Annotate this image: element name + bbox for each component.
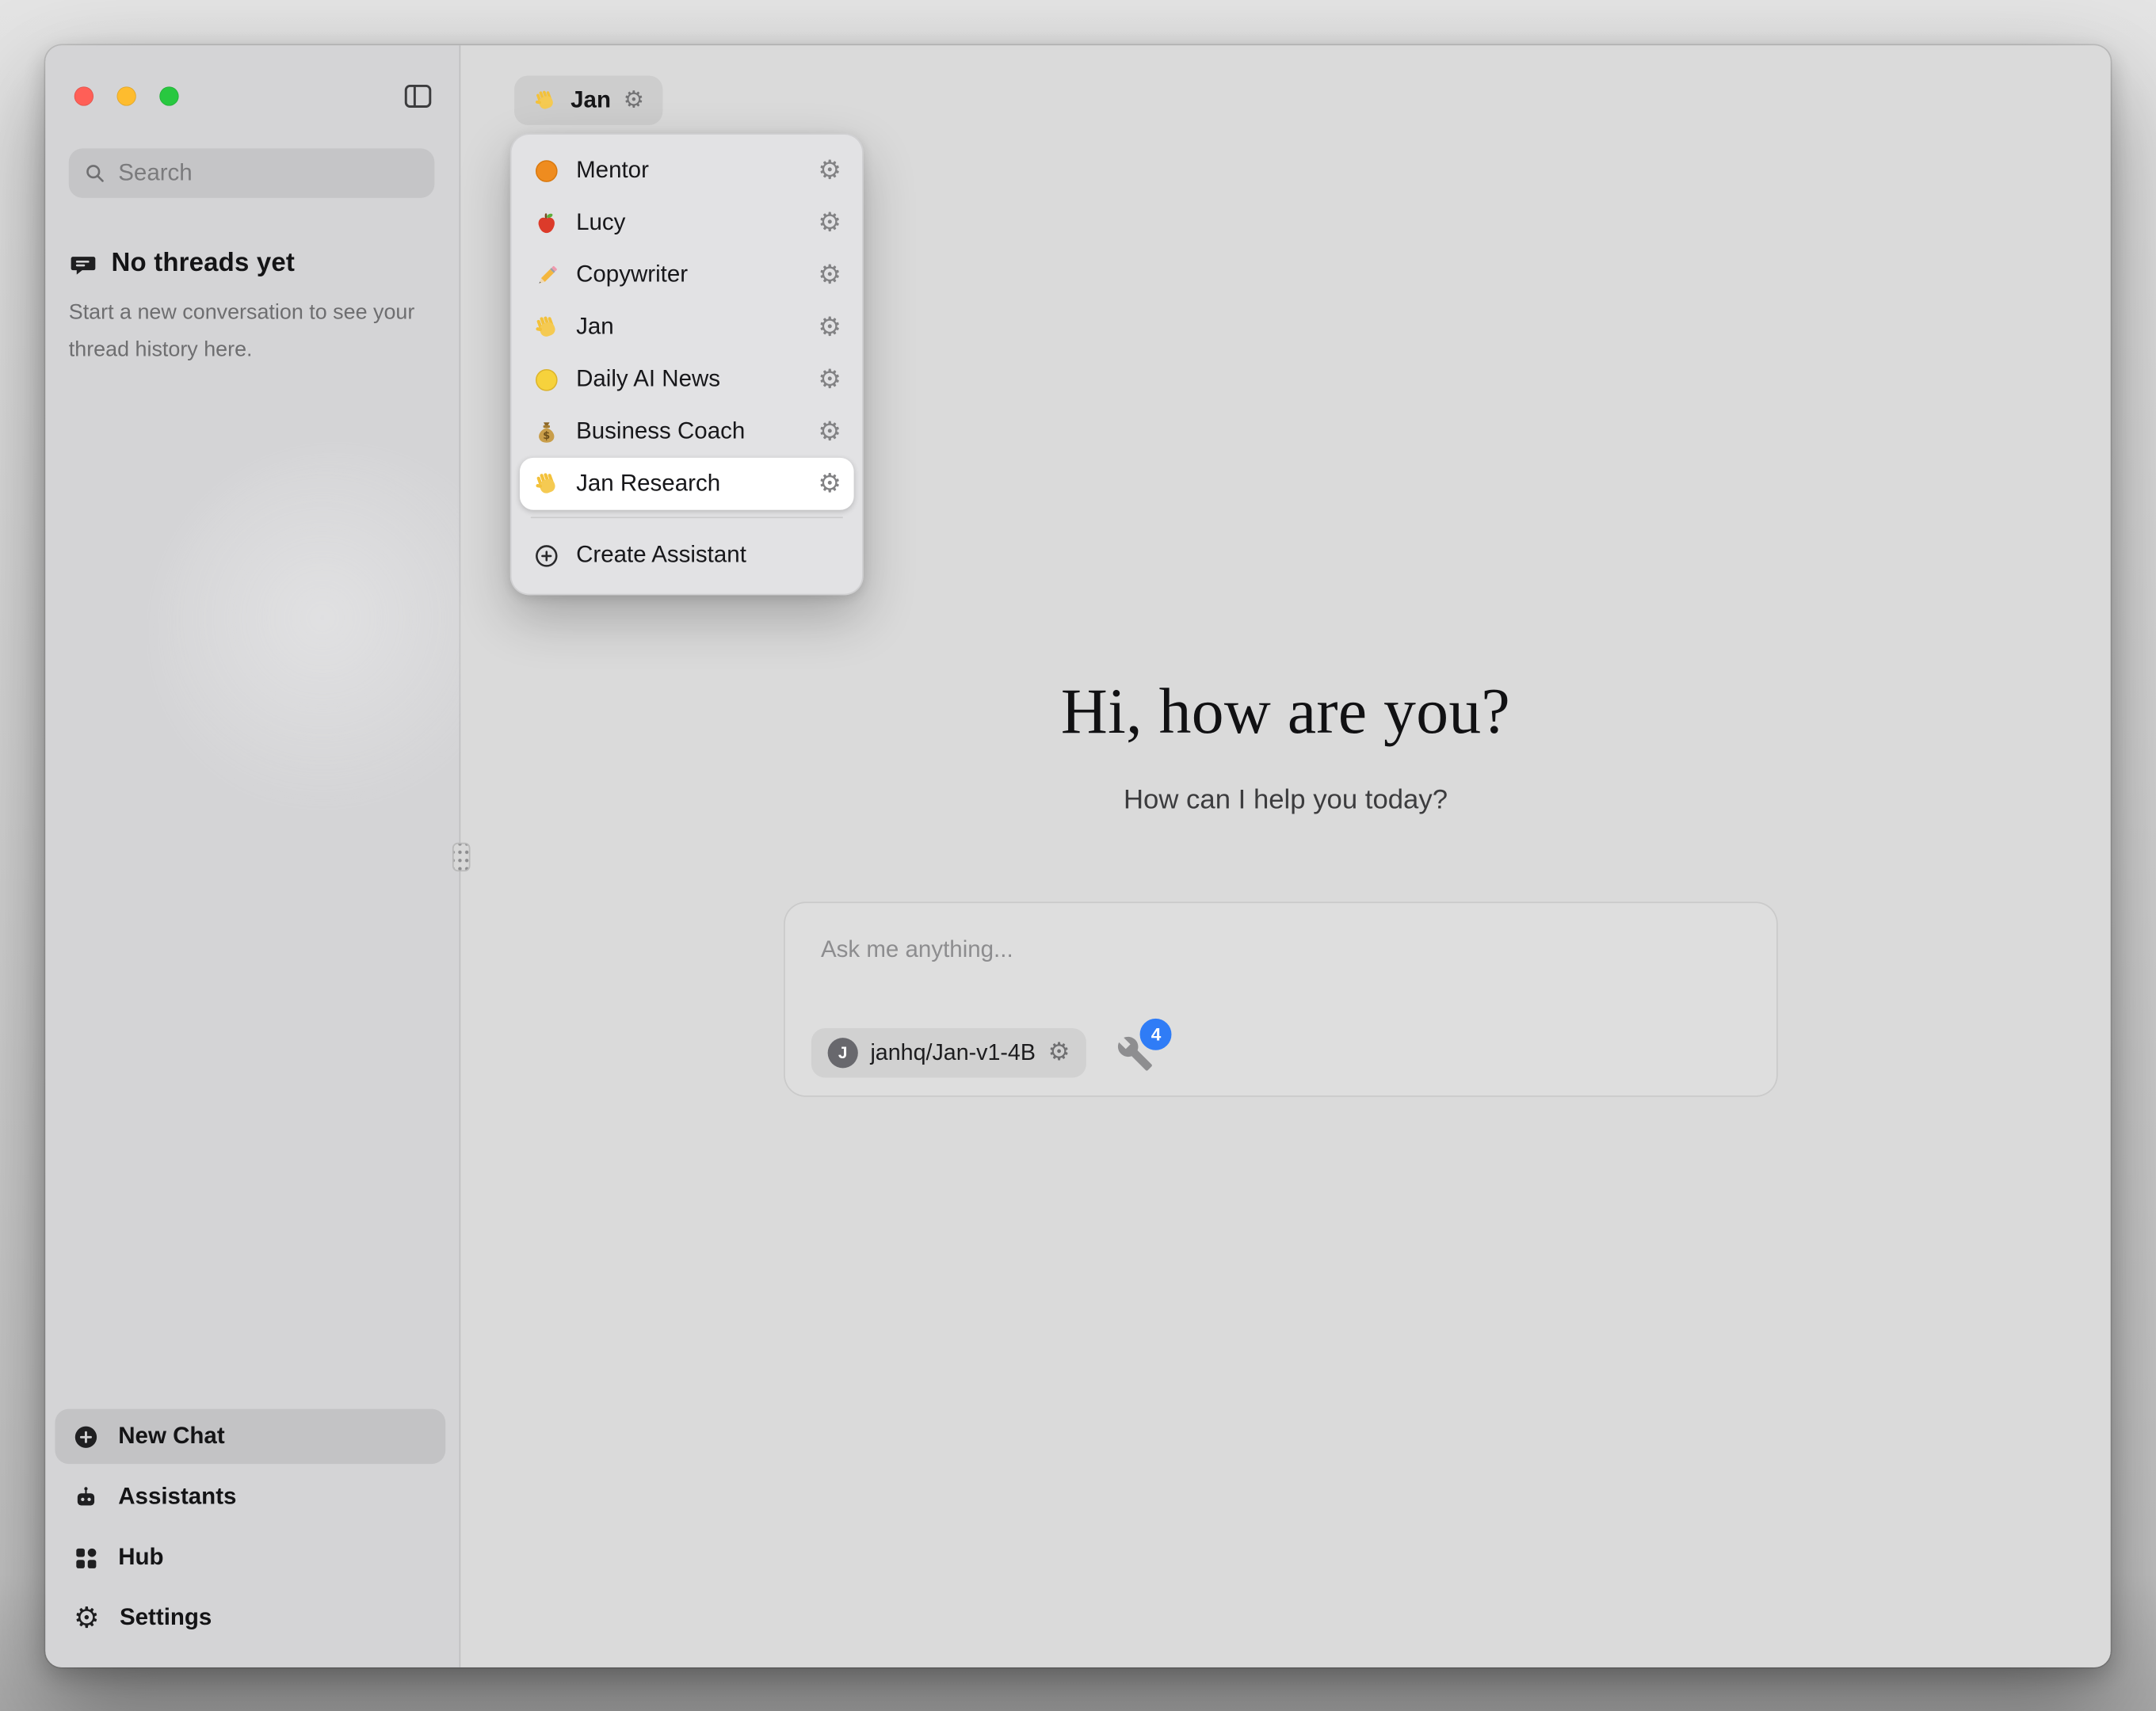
menu-item-jan[interactable]: Jan ⚙ [520, 301, 854, 353]
threads-empty-state: No threads yet Start a new conversation … [69, 249, 429, 369]
message-input[interactable] [785, 903, 1776, 994]
assistant-settings-icon[interactable]: ⚙ [818, 471, 841, 497]
sidebar-item-assistants[interactable]: Assistants [55, 1469, 445, 1524]
sidebar-toggle-icon[interactable] [402, 80, 435, 113]
sidebar-item-new-chat[interactable]: New Chat [55, 1409, 445, 1464]
sidebar-item-settings[interactable]: ⚙ Settings [55, 1591, 445, 1645]
empty-state-title: No threads yet [112, 249, 295, 279]
apple-icon [532, 208, 561, 237]
hub-icon [71, 1543, 100, 1572]
current-assistant-name: Jan [570, 86, 611, 114]
pencil-icon [532, 261, 561, 289]
greeting: Hi, how are you? How can I help you toda… [460, 675, 2110, 817]
search-input[interactable] [118, 159, 422, 187]
model-settings-icon[interactable]: ⚙ [1048, 1041, 1070, 1065]
sidebar-item-hub[interactable]: Hub [55, 1530, 445, 1584]
chat-bubble-icon [69, 250, 97, 278]
menu-item-daily-ai-news[interactable]: Daily AI News ⚙ [520, 353, 854, 406]
assistant-settings-icon[interactable]: ⚙ [818, 418, 841, 444]
svg-text:$: $ [543, 429, 550, 441]
assistant-settings-icon[interactable]: ⚙ [818, 262, 841, 288]
gear-icon[interactable]: ⚙ [624, 89, 644, 112]
menu-divider [531, 516, 843, 518]
greeting-title: Hi, how are you? [460, 675, 2110, 749]
tools-count-badge: 4 [1140, 1018, 1172, 1050]
menu-item-create-assistant[interactable]: Create Assistant [520, 525, 854, 585]
assistant-settings-icon[interactable]: ⚙ [818, 158, 841, 184]
model-avatar: J [828, 1038, 858, 1068]
zoom-button[interactable] [159, 86, 178, 105]
assistant-settings-icon[interactable]: ⚙ [818, 210, 841, 236]
wave-icon [532, 313, 561, 341]
menu-item-lucy[interactable]: Lucy ⚙ [520, 196, 854, 249]
close-button[interactable] [74, 86, 93, 105]
plus-circle-outline-icon [532, 541, 561, 570]
assistant-settings-icon[interactable]: ⚙ [818, 366, 841, 392]
plus-circle-icon [71, 1422, 100, 1450]
sidebar: No threads yet Start a new conversation … [45, 45, 460, 1667]
minimize-button[interactable] [117, 86, 136, 105]
wave-icon [532, 87, 559, 113]
search-icon [82, 161, 107, 185]
traffic-lights [74, 86, 179, 105]
menu-item-business-coach[interactable]: $ Business Coach ⚙ [520, 406, 854, 458]
composer[interactable]: J janhq/Jan-v1-4B ⚙ 4 [784, 901, 1778, 1096]
assistant-menu: Mentor ⚙ Lucy ⚙ [510, 133, 864, 595]
money-bag-icon: $ [532, 417, 561, 446]
app-window: No threads yet Start a new conversation … [45, 45, 2110, 1667]
desktop: No threads yet Start a new conversation … [0, 0, 2156, 1711]
model-name: janhq/Jan-v1-4B [870, 1040, 1036, 1066]
orange-circle-icon [532, 156, 561, 185]
model-selector[interactable]: J janhq/Jan-v1-4B ⚙ [811, 1028, 1087, 1077]
assistants-icon [71, 1483, 100, 1511]
sidebar-bottom-nav: New Chat Assistants [55, 1409, 445, 1645]
yellow-circle-icon [532, 365, 561, 394]
gear-icon: ⚙ [71, 1603, 101, 1632]
menu-item-jan-research[interactable]: Jan Research ⚙ [520, 458, 854, 510]
assistant-switcher-button[interactable]: Jan ⚙ [514, 75, 662, 124]
empty-state-subtitle: Start a new conversation to see your thr… [69, 295, 429, 369]
sidebar-resize-handle[interactable] [452, 843, 471, 871]
menu-item-mentor[interactable]: Mentor ⚙ [520, 144, 854, 196]
wave-icon [532, 470, 561, 498]
search-bar[interactable] [69, 148, 435, 197]
composer-toolbar: J janhq/Jan-v1-4B ⚙ 4 [811, 1028, 1154, 1077]
menu-item-copywriter[interactable]: Copywriter ⚙ [520, 249, 854, 301]
tools-button[interactable]: 4 [1117, 1035, 1154, 1072]
assistant-settings-icon[interactable]: ⚙ [818, 314, 841, 341]
main-area: Jan ⚙ Mentor ⚙ [460, 45, 2110, 1667]
greeting-subtitle: How can I help you today? [460, 785, 2110, 817]
